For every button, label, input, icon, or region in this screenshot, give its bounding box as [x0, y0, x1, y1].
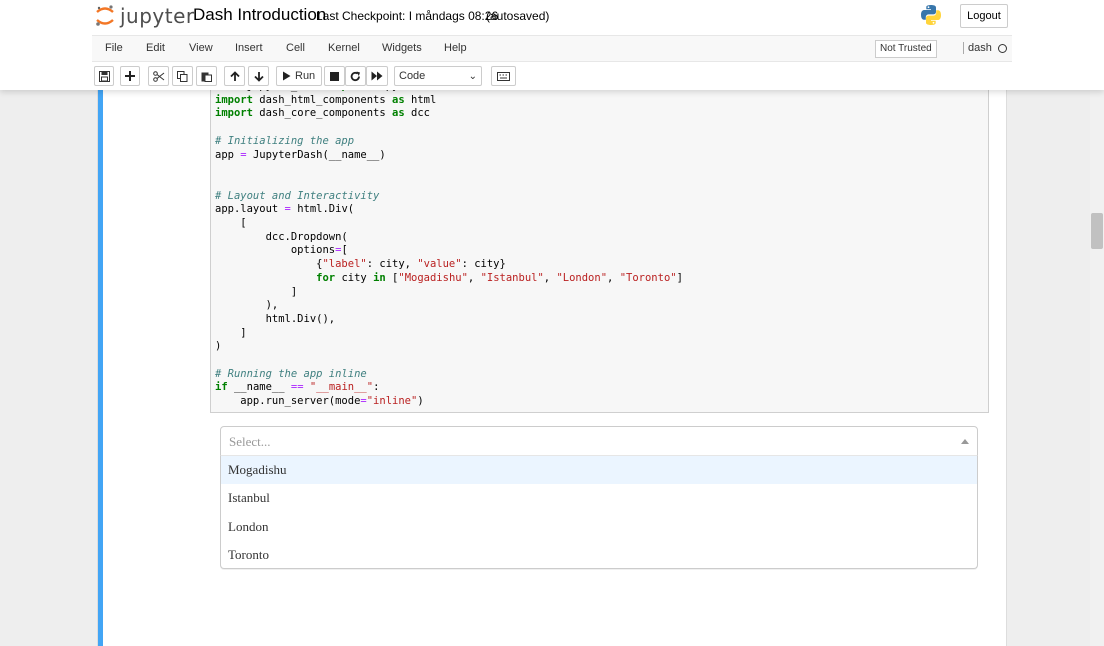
dropdown-option-toronto[interactable]: Toronto [221, 541, 977, 569]
cut-button[interactable] [148, 66, 169, 86]
plus-icon [125, 71, 135, 81]
move-up-button[interactable] [224, 66, 245, 86]
checkpoint-status: Last Checkpoint: I måndags 08:26 [316, 9, 499, 23]
dropdown-placeholder: Select... [229, 434, 271, 449]
logout-button[interactable]: Logout [960, 4, 1008, 28]
arrow-down-icon [253, 71, 264, 82]
notebook-header: jupyter Dash Introduction Last Checkpoin… [0, 0, 1104, 90]
toolbar: Run Code ⌄ [92, 62, 1012, 90]
menubar: File Edit View Insert Cell Kernel Widget… [92, 35, 1012, 62]
notebook-title[interactable]: Dash Introduction [193, 5, 326, 25]
page-scrollbar[interactable] [1090, 90, 1104, 646]
city-dropdown[interactable]: Select... [220, 426, 978, 456]
code-editor[interactable]: from jupyter_dash import JupyterDash imp… [211, 89, 988, 409]
autosave-status: (autosaved) [486, 9, 550, 23]
menu-edit[interactable]: Edit [146, 42, 165, 54]
jupyter-logo-icon [94, 4, 116, 28]
menu-kernel[interactable]: Kernel [328, 42, 360, 54]
scrollbar-thumb[interactable] [1091, 213, 1103, 249]
caret-up-icon[interactable] [961, 439, 969, 444]
paste-icon [201, 72, 212, 82]
run-button[interactable]: Run [276, 66, 322, 86]
paste-button[interactable] [196, 66, 217, 86]
keyboard-icon [497, 71, 510, 81]
code-cell-input[interactable]: from jupyter_dash import JupyterDash imp… [210, 88, 989, 413]
cell-type-value: Code [399, 70, 426, 82]
copy-icon [177, 70, 188, 82]
refresh-icon [350, 71, 360, 81]
jupyter-logo-text: jupyter [120, 4, 195, 28]
jupyter-logo[interactable]: jupyter [94, 4, 195, 28]
arrow-up-icon [229, 70, 240, 81]
dropdown-option-mogadishu[interactable]: Mogadishu [221, 456, 977, 485]
dropdown-menu: Mogadishu Istanbul London Toronto [220, 455, 978, 569]
kernel-idle-icon [998, 44, 1007, 53]
restart-button[interactable] [345, 66, 366, 86]
fast-forward-icon [371, 71, 383, 81]
kernel-name[interactable]: dash [963, 42, 992, 54]
dropdown-option-istanbul[interactable]: Istanbul [221, 484, 977, 512]
menu-widgets[interactable]: Widgets [382, 42, 422, 54]
interrupt-button[interactable] [324, 66, 345, 86]
cell-type-select[interactable]: Code ⌄ [394, 66, 482, 86]
menu-file[interactable]: File [105, 42, 123, 54]
selected-cell-marker [98, 90, 103, 646]
menu-cell[interactable]: Cell [286, 42, 305, 54]
menu-view[interactable]: View [189, 42, 213, 54]
save-icon [98, 70, 110, 82]
play-icon [283, 71, 291, 81]
chevron-down-icon: ⌄ [468, 71, 477, 82]
trust-status-button[interactable]: Not Trusted [875, 40, 937, 58]
header-top-bar: jupyter Dash Introduction Last Checkpoin… [0, 0, 1104, 35]
menu-help[interactable]: Help [444, 42, 467, 54]
save-button[interactable] [94, 66, 114, 86]
insert-cell-button[interactable] [120, 66, 140, 86]
dropdown-option-london[interactable]: London [221, 513, 977, 541]
python-logo-icon [920, 4, 942, 26]
stop-icon [330, 71, 339, 81]
notebook-container: from jupyter_dash import JupyterDash imp… [97, 88, 1007, 646]
restart-run-all-button[interactable] [366, 66, 388, 86]
menu-insert[interactable]: Insert [235, 42, 263, 54]
move-down-button[interactable] [248, 66, 269, 86]
scissors-icon [152, 70, 164, 82]
copy-button[interactable] [172, 66, 193, 86]
run-label: Run [295, 70, 316, 82]
command-palette-button[interactable] [491, 66, 516, 86]
